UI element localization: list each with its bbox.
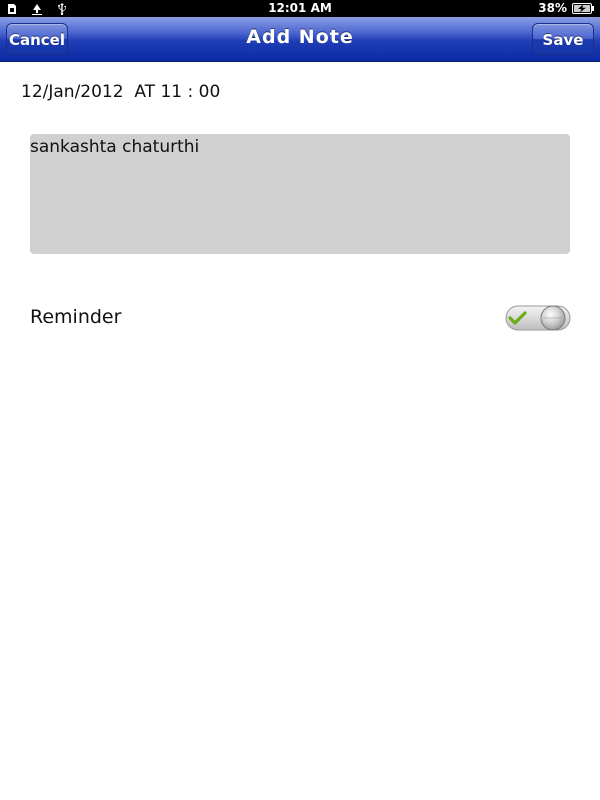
page-title: Add Note [246,26,354,48]
reminder-label: Reminder [30,306,122,328]
save-button[interactable]: Save [532,23,594,55]
navigation-bar: Cancel Add Note Save [0,17,600,62]
note-text: sankashta chaturthi [30,137,200,157]
battery-charging-icon [572,3,594,14]
note-date-time[interactable]: 12/Jan/2012 AT 11 : 00 [21,82,220,102]
add-note-screen: 12:01 AM 38% Cancel Add Note Save 12/Jan… [0,0,600,800]
reminder-toggle[interactable] [505,305,571,331]
battery-percent: 38% [538,1,567,15]
note-text-area[interactable]: sankashta chaturthi [30,134,570,254]
status-bar: 12:01 AM 38% [0,0,600,17]
status-battery: 38% [538,1,594,16]
status-time: 12:01 AM [268,1,332,15]
